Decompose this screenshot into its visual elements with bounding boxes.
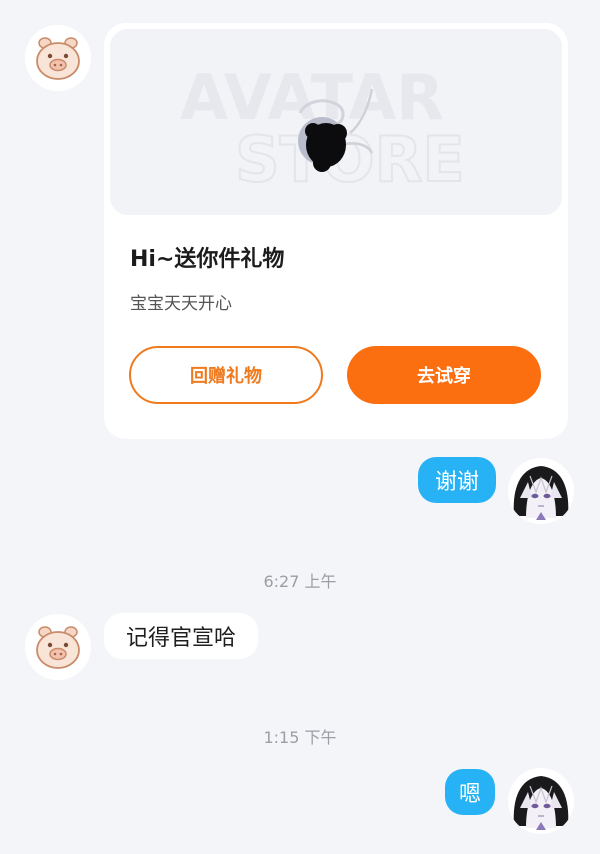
gift-subtitle: 宝宝天天开心 bbox=[130, 294, 232, 314]
peer-avatar[interactable] bbox=[25, 614, 91, 680]
return-gift-button[interactable]: 回赠礼物 bbox=[129, 346, 323, 404]
my-message-bubble[interactable]: 谢谢 bbox=[418, 457, 496, 503]
my-avatar[interactable] bbox=[508, 458, 574, 524]
watermark-store-text: STORE bbox=[235, 123, 465, 196]
anime-girl-avatar-icon bbox=[508, 458, 574, 524]
anime-girl-avatar-icon bbox=[508, 768, 574, 834]
try-on-button[interactable]: 去试穿 bbox=[347, 346, 541, 404]
message-timestamp: 1:15 下午 bbox=[263, 728, 337, 747]
my-message-bubble[interactable]: 嗯 bbox=[445, 769, 495, 815]
gift-title: Hi~送你件礼物 bbox=[130, 247, 285, 272]
peer-message-bubble[interactable]: 记得官宣哈 bbox=[104, 613, 258, 659]
gift-card[interactable]: AVATAR STORE Hi~送你件礼物 宝宝天天开心 回赠礼物 去试穿 bbox=[104, 23, 568, 439]
message-timestamp: 6:27 上午 bbox=[263, 572, 337, 591]
my-avatar[interactable] bbox=[508, 768, 574, 834]
peer-avatar[interactable] bbox=[25, 25, 91, 91]
gift-banner-image[interactable]: AVATAR STORE bbox=[110, 29, 562, 215]
pig-avatar-icon bbox=[25, 614, 91, 680]
pig-avatar-icon bbox=[25, 25, 91, 91]
